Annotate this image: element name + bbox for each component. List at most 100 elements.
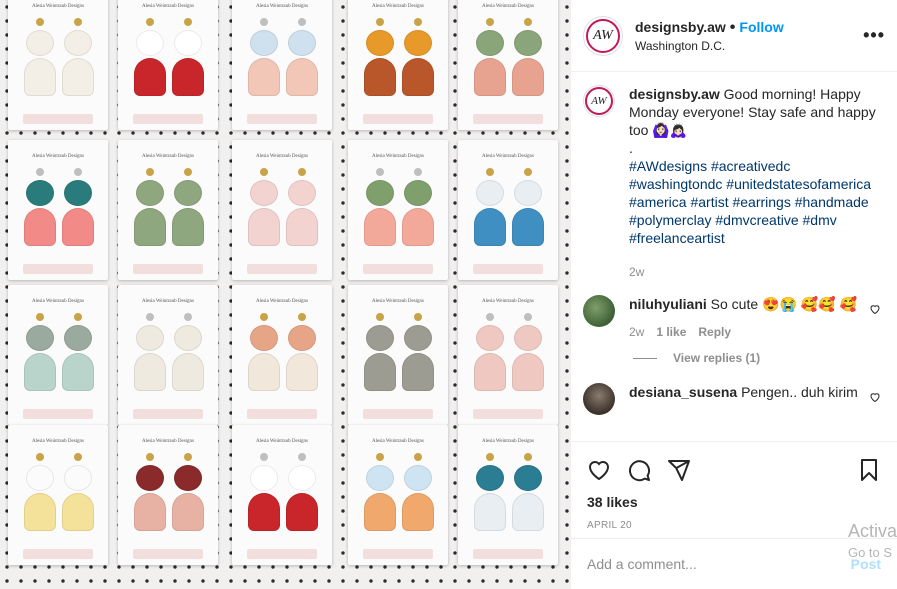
- more-icon[interactable]: •••: [863, 25, 885, 46]
- comment-row: niluhyuliani So cute 😍😭 🥰🥰 🥰 2w 1 like R…: [583, 295, 881, 341]
- earring-stud: [146, 313, 154, 321]
- comment-username[interactable]: desiana_susena: [629, 384, 737, 400]
- earring-top: [366, 325, 394, 351]
- avatar[interactable]: AW: [583, 15, 623, 56]
- reply-button[interactable]: Reply: [698, 323, 731, 341]
- comments-list[interactable]: AW designsby.aw Good morning! Happy Mond…: [571, 73, 897, 441]
- comment-input[interactable]: [587, 556, 851, 572]
- earring-top: [404, 325, 432, 351]
- earring-drop: [402, 58, 434, 96]
- comment-age[interactable]: 2w: [629, 323, 644, 341]
- earring-top: [136, 325, 164, 351]
- post-date[interactable]: APRIL 20: [587, 520, 881, 531]
- earring-top: [514, 465, 542, 491]
- earring-card: Alesia Weintraub Designs: [118, 425, 218, 565]
- earring-card: Alesia Weintraub Designs: [348, 0, 448, 130]
- username-link[interactable]: designsby.aw: [635, 19, 726, 35]
- comment-heart-icon[interactable]: [869, 391, 881, 403]
- card-quote-strip: [133, 549, 203, 559]
- caption-username[interactable]: designsby.aw: [629, 86, 720, 102]
- earring-drop: [62, 493, 94, 531]
- earring-stud: [184, 18, 192, 26]
- commenter-avatar[interactable]: [583, 295, 615, 327]
- card-quote-strip: [363, 114, 433, 124]
- likes-count[interactable]: 38 likes: [587, 494, 881, 510]
- earring-drop: [402, 353, 434, 391]
- comment-text: So cute 😍😭 🥰🥰 🥰: [710, 296, 857, 312]
- caption-avatar[interactable]: AW: [583, 85, 615, 117]
- earring-stud: [298, 313, 306, 321]
- earring-drop: [24, 208, 56, 246]
- commenter-avatar[interactable]: [583, 383, 615, 415]
- earring-top: [136, 30, 164, 56]
- earring-top: [174, 180, 202, 206]
- earring-drop: [248, 208, 280, 246]
- earring-top: [174, 325, 202, 351]
- earring-stud: [524, 313, 532, 321]
- caption-hashtags[interactable]: #AWdesigns #acreativedc #washingtondc #u…: [629, 157, 881, 247]
- comment-heart-icon[interactable]: [869, 303, 881, 315]
- watermark-line2: Go to S: [847, 545, 893, 560]
- heart-icon[interactable]: [587, 458, 611, 482]
- caption-avatar-logo: AW: [585, 87, 613, 115]
- earring-stud: [298, 453, 306, 461]
- earring-top: [404, 30, 432, 56]
- earring-drop: [474, 353, 506, 391]
- card-brand-label: Alesia Weintraub Designs: [372, 154, 424, 159]
- earring-top: [250, 30, 278, 56]
- earring-stud: [36, 453, 44, 461]
- card-brand-label: Alesia Weintraub Designs: [372, 439, 424, 444]
- bookmark-icon[interactable]: [857, 458, 881, 482]
- instagram-post-modal: Alesia Weintraub Designs Alesia Weintraub…: [0, 0, 897, 589]
- earring-stud: [184, 453, 192, 461]
- card-brand-label: Alesia Weintraub Designs: [142, 439, 194, 444]
- caption-age[interactable]: 2w: [629, 263, 644, 281]
- earring-drop: [474, 493, 506, 531]
- caption-body: designsby.aw Good morning! Happy Monday …: [629, 85, 881, 281]
- comment-likes[interactable]: 1 like: [656, 323, 686, 341]
- earring-top: [514, 325, 542, 351]
- earring-card: Alesia Weintraub Designs: [232, 425, 332, 565]
- card-brand-label: Alesia Weintraub Designs: [482, 439, 534, 444]
- earring-stud: [414, 18, 422, 26]
- card-brand-label: Alesia Weintraub Designs: [482, 299, 534, 304]
- card-brand-label: Alesia Weintraub Designs: [32, 439, 84, 444]
- comment-icon[interactable]: [627, 458, 651, 482]
- earring-top: [26, 465, 54, 491]
- card-brand-label: Alesia Weintraub Designs: [372, 299, 424, 304]
- card-quote-strip: [23, 264, 93, 274]
- earring-stud: [486, 313, 494, 321]
- post-photo[interactable]: Alesia Weintraub Designs Alesia Weintraub…: [0, 0, 570, 589]
- earring-card: Alesia Weintraub Designs: [8, 140, 108, 280]
- earring-top: [250, 325, 278, 351]
- earring-top: [404, 180, 432, 206]
- card-brand-label: Alesia Weintraub Designs: [142, 154, 194, 159]
- comment-body: desiana_susena Pengen.. duh kirim: [629, 383, 869, 415]
- earring-top: [174, 30, 202, 56]
- earring-drop: [364, 208, 396, 246]
- earring-stud: [486, 168, 494, 176]
- earring-drop: [24, 353, 56, 391]
- view-replies-button[interactable]: View replies (1): [633, 351, 881, 365]
- earring-top: [288, 465, 316, 491]
- card-brand-label: Alesia Weintraub Designs: [32, 4, 84, 9]
- earring-stud: [524, 168, 532, 176]
- earring-drop: [24, 58, 56, 96]
- follow-button[interactable]: Follow: [739, 19, 783, 35]
- comment-body: niluhyuliani So cute 😍😭 🥰🥰 🥰 2w 1 like R…: [629, 295, 869, 341]
- share-icon[interactable]: [667, 458, 691, 482]
- earring-card: Alesia Weintraub Designs: [8, 425, 108, 565]
- view-replies-label: View replies (1): [673, 351, 761, 365]
- earring-stud: [486, 453, 494, 461]
- earring-stud: [298, 18, 306, 26]
- earring-drop: [134, 58, 166, 96]
- comment-username[interactable]: niluhyuliani: [629, 296, 707, 312]
- earring-top: [288, 180, 316, 206]
- earring-top: [514, 30, 542, 56]
- earring-stud: [298, 168, 306, 176]
- earring-card: Alesia Weintraub Designs: [232, 140, 332, 280]
- location-link[interactable]: Washington D.C.: [635, 39, 863, 53]
- header-text: designsby.aw • Follow Washington D.C.: [635, 19, 863, 53]
- earring-card: Alesia Weintraub Designs: [232, 285, 332, 425]
- card-quote-strip: [23, 549, 93, 559]
